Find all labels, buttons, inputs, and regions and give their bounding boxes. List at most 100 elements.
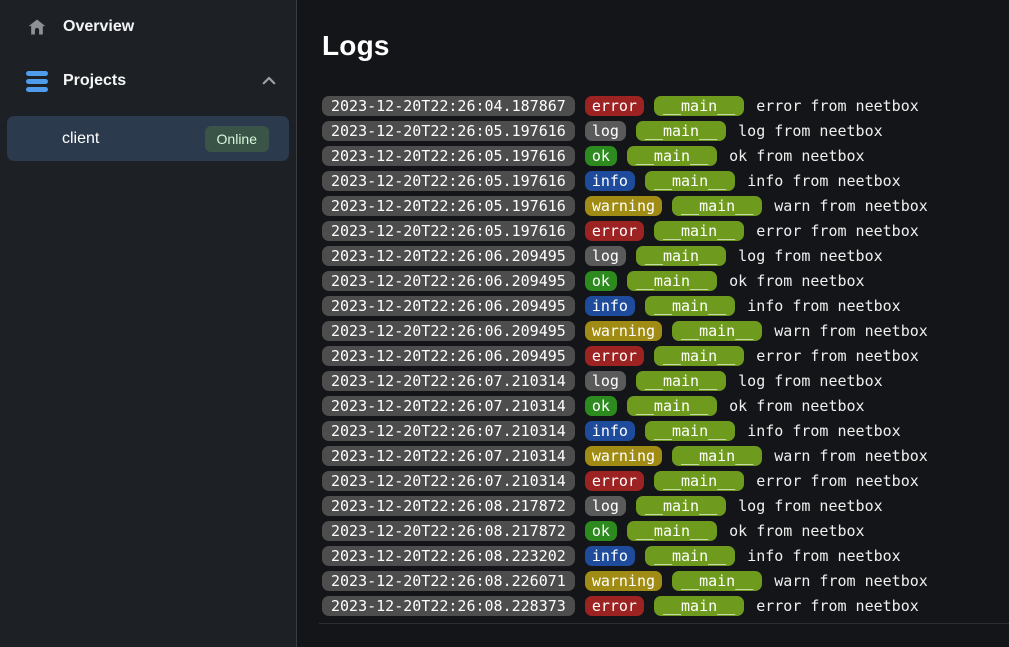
log-level-badge: error — [585, 221, 644, 241]
log-level-badge: ok — [585, 396, 617, 416]
log-message: error from neetbox — [756, 222, 919, 240]
sidebar-item-label: Overview — [63, 18, 134, 36]
log-row: 2023-12-20T22:26:07.210314ok__main__ok f… — [322, 396, 1009, 416]
log-message: info from neetbox — [747, 547, 901, 565]
log-timestamp: 2023-12-20T22:26:07.210314 — [322, 371, 575, 391]
log-timestamp: 2023-12-20T22:26:08.228373 — [322, 596, 575, 616]
log-level-badge: error — [585, 96, 644, 116]
log-module-badge: __main__ — [672, 196, 762, 216]
log-timestamp: 2023-12-20T22:26:08.223202 — [322, 546, 575, 566]
log-level-badge: info — [585, 546, 635, 566]
log-row: 2023-12-20T22:26:07.210314error__main__e… — [322, 471, 1009, 491]
log-message: warn from neetbox — [774, 197, 928, 215]
log-level-badge: error — [585, 346, 644, 366]
log-message: error from neetbox — [756, 347, 919, 365]
log-message: error from neetbox — [756, 97, 919, 115]
log-row: 2023-12-20T22:26:08.226071warning__main_… — [322, 571, 1009, 591]
page-title: Logs — [322, 30, 1009, 62]
log-message: log from neetbox — [738, 497, 883, 515]
log-row: 2023-12-20T22:26:08.217872 log __main__ log… — [322, 496, 1009, 516]
log-module-badge: __main__ — [654, 346, 744, 366]
log-module-badge: __main__ — [672, 321, 762, 341]
log-timestamp: 2023-12-20T22:26:08.217872 — [322, 521, 575, 541]
sidebar-item-projects[interactable]: Projects — [0, 60, 296, 102]
log-message: info from neetbox — [747, 172, 901, 190]
log-timestamp: 2023-12-20T22:26:08.217872 — [322, 496, 575, 516]
log-message: info from neetbox — [747, 297, 901, 315]
log-message: ok from neetbox — [729, 522, 864, 540]
log-row: 2023-12-20T22:26:08.228373 error __main__ e… — [322, 596, 1009, 616]
log-module-badge: __main__ — [645, 171, 735, 191]
log-row: 2023-12-20T22:26:08.217872 ok __main__ ok f… — [322, 521, 1009, 541]
log-module-badge: __main__ — [654, 596, 744, 616]
log-timestamp: 2023-12-20T22:26:06.209495 — [322, 321, 575, 341]
log-message: ok from neetbox — [729, 147, 864, 165]
log-row: 2023-12-20T22:26:06.209495 log __main__ log… — [322, 246, 1009, 266]
log-row: 2023-12-20T22:26:07.210314warning__main_… — [322, 446, 1009, 466]
log-module-badge: __main__ — [645, 296, 735, 316]
log-timestamp: 2023-12-20T22:26:05.197616 — [322, 146, 575, 166]
log-row: 2023-12-20T22:26:06.209495info__main__in… — [322, 296, 1009, 316]
log-level-badge: warning — [585, 446, 662, 466]
log-module-badge: __main__ — [627, 146, 717, 166]
log-level-badge: error — [585, 471, 644, 491]
log-message: warn from neetbox — [774, 572, 928, 590]
log-timestamp: 2023-12-20T22:26:06.209495 — [322, 271, 575, 291]
log-row: 2023-12-20T22:26:08.223202 info __main__ in… — [322, 546, 1009, 566]
log-row: 2023-12-20T22:26:04.187867error__main__e… — [322, 96, 1009, 116]
sidebar-project-client[interactable]: client Online — [7, 116, 289, 161]
log-message: error from neetbox — [756, 472, 919, 490]
log-timestamp: 2023-12-20T22:26:05.197616 — [322, 196, 575, 216]
chevron-up-icon[interactable] — [260, 72, 278, 90]
log-level-badge: log — [585, 246, 626, 266]
log-timestamp: 2023-12-20T22:26:05.197616 — [322, 171, 575, 191]
status-badge: Online — [205, 126, 269, 152]
log-list-divider — [319, 623, 1009, 624]
log-timestamp: 2023-12-20T22:26:08.226071 — [322, 571, 575, 591]
home-icon — [26, 16, 48, 38]
log-timestamp: 2023-12-20T22:26:07.210314 — [322, 396, 575, 416]
log-row: 2023-12-20T22:26:05.197616 error __main__ e… — [322, 221, 1009, 241]
log-message: error from neetbox — [756, 597, 919, 615]
log-level-badge: info — [585, 421, 635, 441]
log-timestamp: 2023-12-20T22:26:05.197616 — [322, 221, 575, 241]
log-list: 2023-12-20T22:26:04.187867error__main__e… — [322, 96, 1009, 616]
log-timestamp: 2023-12-20T22:26:06.209495 — [322, 246, 575, 266]
log-row: 2023-12-20T22:26:07.210314info__main__in… — [322, 421, 1009, 441]
sidebar-item-overview[interactable]: Overview — [0, 6, 296, 48]
log-message: warn from neetbox — [774, 322, 928, 340]
log-message: warn from neetbox — [774, 447, 928, 465]
log-level-badge: warning — [585, 571, 662, 591]
log-module-badge: __main__ — [627, 271, 717, 291]
log-level-badge: log — [585, 496, 626, 516]
log-module-badge: __main__ — [654, 471, 744, 491]
log-module-badge: __main__ — [654, 221, 744, 241]
log-module-badge: __main__ — [645, 546, 735, 566]
main-content: Logs 2023-12-20T22:26:04.187867error__ma… — [297, 0, 1009, 647]
log-level-badge: warning — [585, 196, 662, 216]
log-row: 2023-12-20T22:26:06.209495 error __main__ e… — [322, 346, 1009, 366]
log-message: log from neetbox — [738, 372, 883, 390]
log-module-badge: __main__ — [636, 496, 726, 516]
log-row: 2023-12-20T22:26:05.197616log__main__log… — [322, 121, 1009, 141]
log-row: 2023-12-20T22:26:06.209495warning__main_… — [322, 321, 1009, 341]
log-module-badge: __main__ — [627, 521, 717, 541]
log-level-badge: ok — [585, 271, 617, 291]
log-module-badge: __main__ — [636, 246, 726, 266]
menu-icon — [26, 70, 48, 92]
log-message: ok from neetbox — [729, 272, 864, 290]
log-timestamp: 2023-12-20T22:26:05.197616 — [322, 121, 575, 141]
log-module-badge: __main__ — [654, 96, 744, 116]
log-message: log from neetbox — [738, 122, 883, 140]
log-module-badge: __main__ — [636, 121, 726, 141]
log-row: 2023-12-20T22:26:07.210314log__main__log… — [322, 371, 1009, 391]
log-timestamp: 2023-12-20T22:26:06.209495 — [322, 346, 575, 366]
log-message: log from neetbox — [738, 247, 883, 265]
log-row: 2023-12-20T22:26:06.209495 ok __main__ ok f… — [322, 271, 1009, 291]
log-level-badge: info — [585, 296, 635, 316]
log-module-badge: __main__ — [636, 371, 726, 391]
project-name: client — [62, 130, 99, 148]
log-level-badge: error — [585, 596, 644, 616]
log-message: ok from neetbox — [729, 397, 864, 415]
log-level-badge: ok — [585, 521, 617, 541]
